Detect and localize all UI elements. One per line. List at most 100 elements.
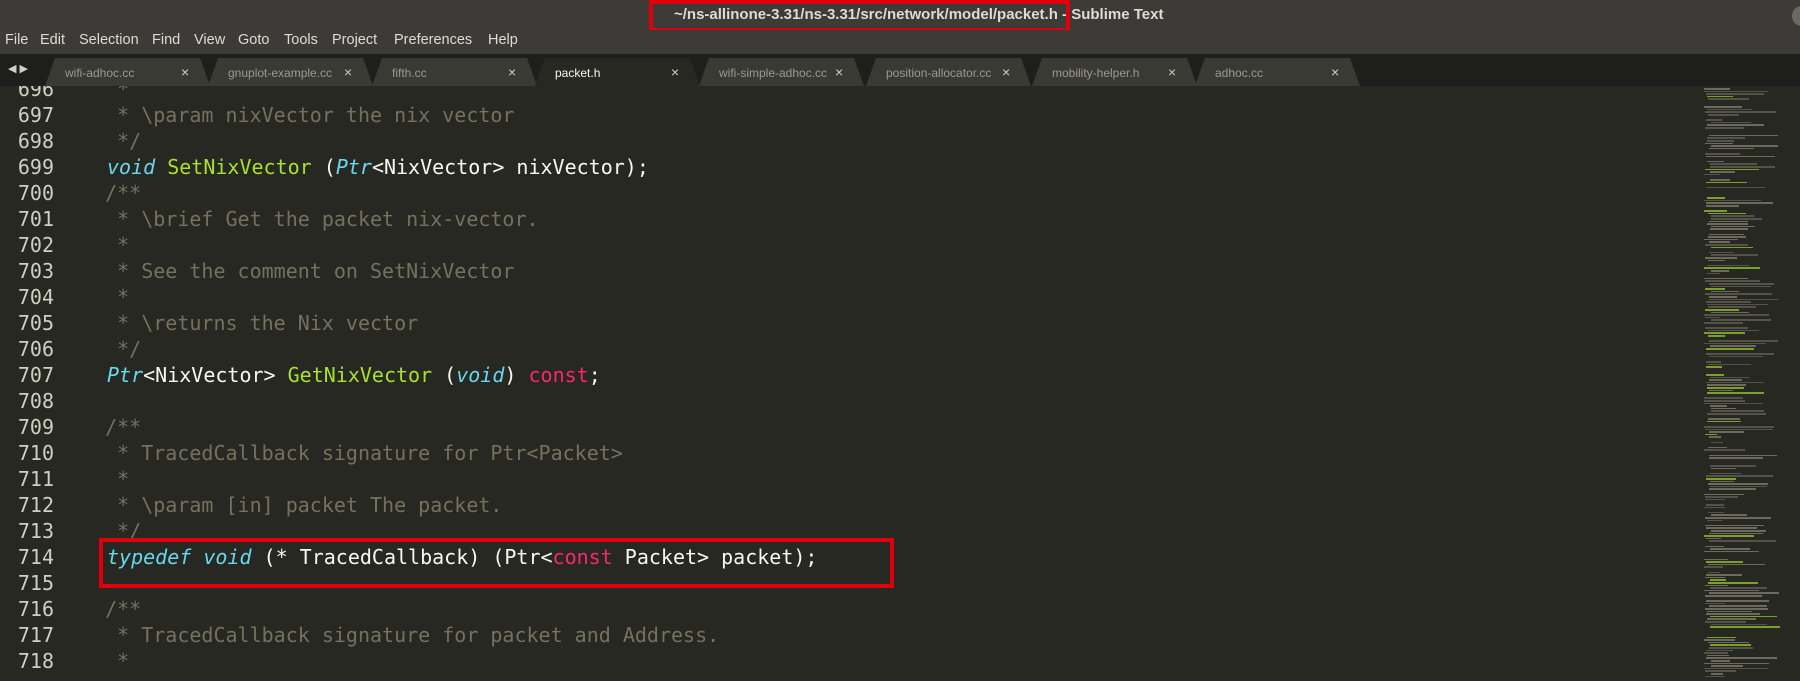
minimap-line [1710,171,1735,173]
minimap-line [1709,488,1756,490]
line-number: 707 [17,363,54,387]
minimap-line [1707,223,1748,225]
code-editor[interactable]: 696 697 698 699 700 701 702 703 704 705 … [0,86,1800,681]
close-icon[interactable]: × [344,64,352,80]
minimap-line [1707,272,1720,275]
minimap-line [1706,574,1742,576]
close-icon[interactable]: × [181,64,189,80]
menu-find[interactable]: Find [152,32,180,48]
minimap-line [1707,654,1729,657]
minimap-line [1711,514,1747,516]
close-icon[interactable]: × [1002,64,1010,80]
menu-edit[interactable]: Edit [40,32,65,48]
menu-view[interactable]: View [194,32,225,48]
close-icon[interactable]: × [671,64,679,80]
close-icon[interactable]: × [835,64,843,80]
minimap-line [1706,301,1751,303]
minimap-line [1711,319,1771,321]
tab-label: position-allocator.cc [886,66,992,80]
code-comment-line: * [81,86,130,101]
window-control-button[interactable] [1792,6,1800,26]
tab-label: fifth.cc [392,66,427,80]
tab-label: wifi-simple-adhoc.cc [719,66,828,80]
tab-scroll-arrows-icon[interactable]: ◀▶ [8,62,31,75]
minimap-line [1711,673,1723,675]
close-icon[interactable]: × [508,64,516,80]
minimap-line [1709,431,1744,433]
menu-help[interactable]: Help [488,32,518,48]
minimap-line [1704,322,1743,324]
minimap-line [1705,309,1739,311]
tab-adhoc[interactable]: adhoc.cc × [1195,58,1360,86]
minimap-line [1708,236,1746,238]
minimap-line [1706,348,1754,350]
tab-wifi-adhoc[interactable]: wifi-adhoc.cc × [45,58,210,86]
menu-bar: File Edit Selection Find View Goto Tools… [0,30,1800,54]
minimap-line [1710,405,1727,407]
minimap-line [1708,511,1724,514]
minimap-line [1711,407,1736,410]
tab-position-allocator[interactable]: position-allocator.cc × [866,58,1031,86]
minimap-line [1709,540,1776,542]
menu-selection[interactable]: Selection [79,32,139,48]
close-icon[interactable]: × [1168,64,1176,80]
minimap-line [1704,342,1766,345]
tab-mobility-helper[interactable]: mobility-helper.h × [1032,58,1197,86]
minimap-line [1706,202,1773,204]
line-number: 708 [17,389,54,413]
minimap-line [1705,584,1728,587]
code-line-699: void SetNixVector (Ptr<NixVector> nixVec… [107,154,649,180]
minimap-line [1711,623,1767,626]
tab-wifi-simple-adhoc[interactable]: wifi-simple-adhoc.cc × [699,58,864,86]
minimap-line [1708,98,1749,100]
minimap-line [1707,140,1734,142]
close-icon[interactable]: × [1331,64,1339,80]
minimap-line [1706,537,1721,540]
minimap-line [1705,244,1748,246]
line-number: 706 [17,337,54,361]
minimap-line [1707,618,1756,620]
minimap-line [1706,93,1764,95]
minimap-line [1707,392,1764,394]
minimap-line [1708,563,1765,566]
code-type: Ptr [107,363,144,387]
minimap-line [1705,517,1771,519]
code-function-name: SetNixVector [167,155,312,179]
minimap-line [1706,478,1736,480]
minimap-line [1709,147,1754,150]
menu-tools[interactable]: Tools [284,32,318,48]
minimap-line [1710,228,1748,230]
minimap-line [1704,667,1768,670]
minimap-line [1709,134,1778,137]
code-text: ) [504,363,529,387]
minimap-line [1708,306,1756,308]
minimap-line [1704,558,1728,561]
tab-packet-h[interactable]: packet.h × [535,58,700,86]
tab-gnuplot-example[interactable]: gnuplot-example.cc × [208,58,373,86]
minimap-line [1709,355,1763,358]
line-number: 715 [17,571,54,595]
minimap-line [1707,108,1752,111]
menu-goto[interactable]: Goto [238,32,269,48]
code-text: ; [588,363,601,387]
minimap-line [1705,545,1724,548]
menu-file[interactable]: File [5,32,28,48]
minimap-line [1711,660,1730,662]
code-function-name: GetNixVector [287,363,433,387]
minimap-line [1708,363,1751,366]
minimap-line [1710,485,1767,488]
menu-project[interactable]: Project [332,32,377,48]
minimap-line [1707,413,1766,415]
minimap-line [1708,329,1759,332]
minimap-line [1705,595,1762,597]
minimap-line [1711,530,1766,532]
code-text: <NixVector> nixVector); [371,155,649,179]
tab-fifth[interactable]: fifth.cc × [372,58,537,86]
minimap-line [1705,498,1725,501]
minimap-line [1706,561,1743,563]
menu-preferences[interactable]: Preferences [394,32,472,48]
minimap[interactable] [1696,86,1800,681]
minimap-line [1705,168,1759,171]
line-number: 702 [17,233,54,257]
minimap-line [1711,441,1723,444]
